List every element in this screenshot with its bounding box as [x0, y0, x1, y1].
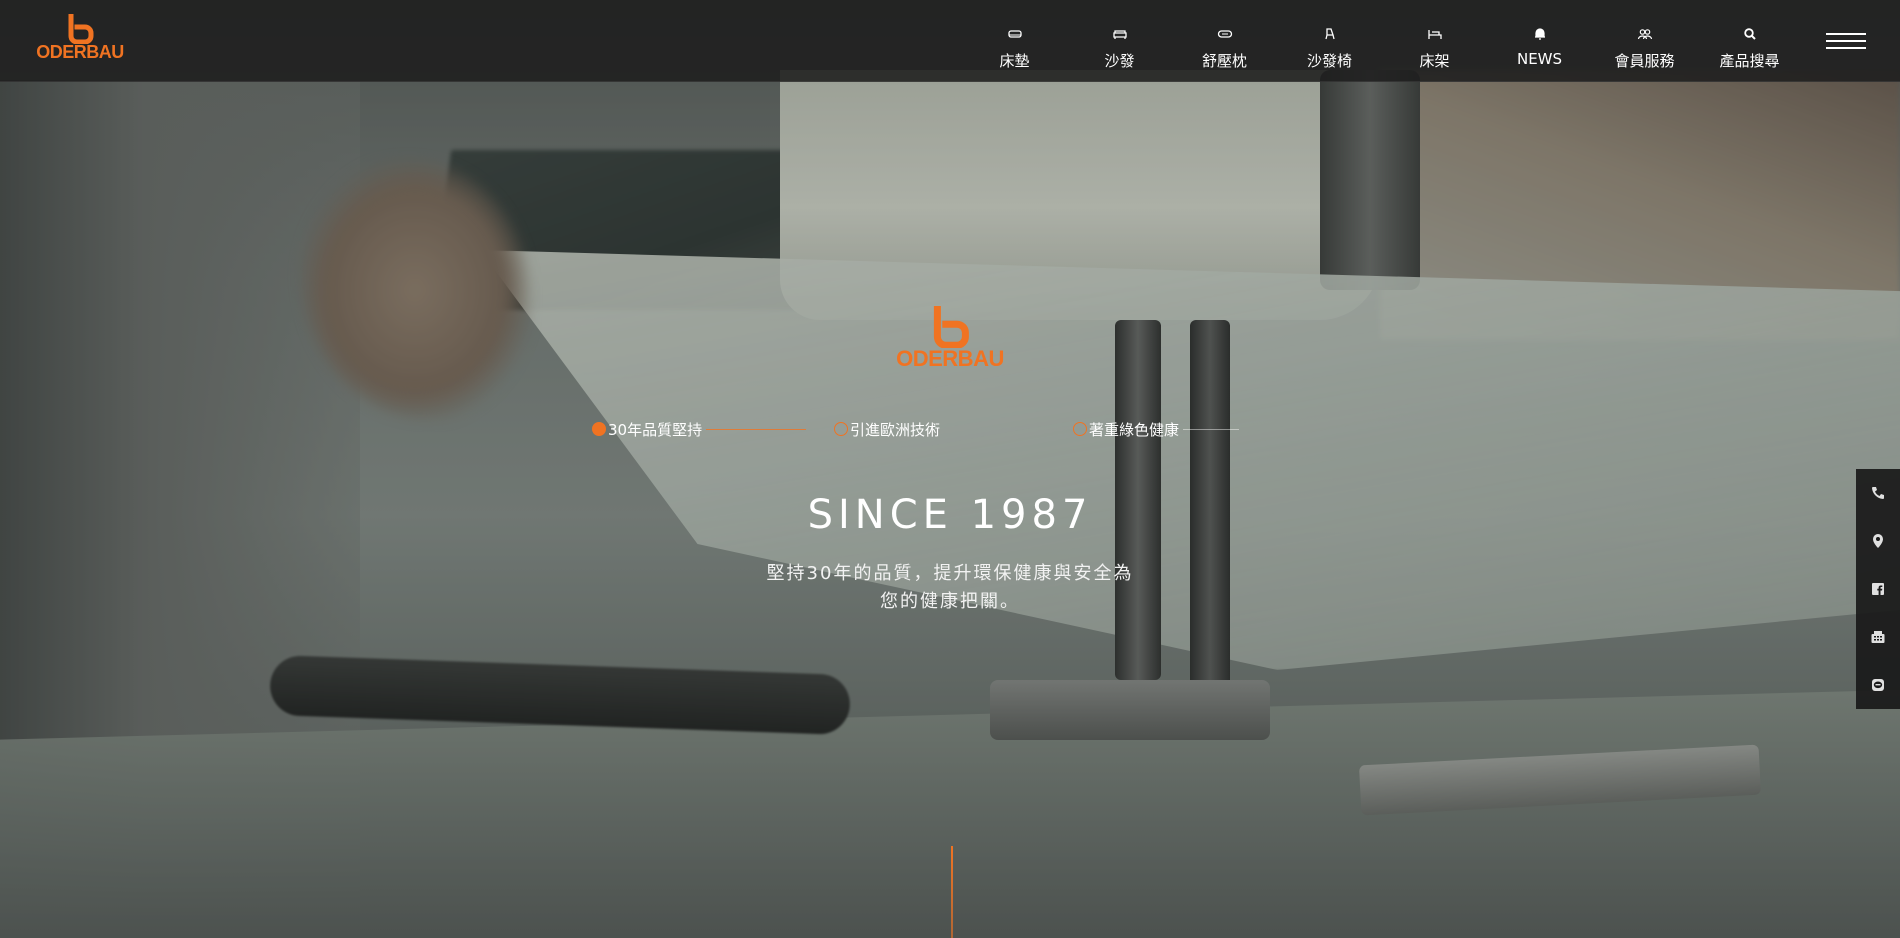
nav-item-label: 會員服務 [1614, 52, 1675, 70]
hero-logo: ODERBAU [880, 306, 1020, 378]
facebook-button[interactable] [1856, 565, 1900, 613]
location-pin-icon [1873, 534, 1883, 548]
mattress-icon [962, 26, 1067, 44]
hero-description-line: 您的健康把關。 [880, 591, 1020, 612]
fax-icon [1871, 631, 1885, 643]
step-connector [706, 428, 807, 430]
armchair-icon [1277, 26, 1382, 44]
nav-item-label: 舒壓枕 [1201, 52, 1247, 70]
location-button[interactable] [1856, 517, 1900, 565]
nav-item-label: 床架 [1419, 52, 1450, 70]
bell-icon [1487, 26, 1592, 44]
hero-background [0, 0, 1900, 938]
main-nav: 床墊 沙發 舒壓枕 沙發椅 床架 NEWS 會員服務 產品搜尋 [962, 0, 1802, 82]
sofa-icon [1067, 26, 1172, 44]
nav-item-label: 產品搜尋 [1719, 52, 1780, 70]
pillow-icon [1172, 26, 1277, 44]
hero-description: 堅持30年的品質，提升環保健康與安全為 您的健康把關。 [700, 560, 1200, 616]
nav-item-mattress[interactable]: 床墊 [962, 0, 1067, 82]
nav-item-label: 床墊 [999, 52, 1030, 70]
hamburger-line [1826, 40, 1866, 42]
nav-item-sofa[interactable]: 沙發 [1067, 0, 1172, 82]
phone-icon [1872, 487, 1884, 499]
site-header: ODERBAU 床墊 沙發 舒壓枕 沙發椅 床架 NEWS 會員服務 產品搜尋 [0, 0, 1900, 82]
nav-item-armchair[interactable]: 沙發椅 [1277, 0, 1382, 82]
hamburger-line [1826, 47, 1866, 49]
step-label: 30年品質堅持 [608, 420, 703, 439]
step-label: 引進歐洲技術 [850, 420, 941, 439]
feature-steps: 30年品質堅持 引進歐洲技術 著重綠色健康 [592, 417, 1292, 441]
line-icon [1872, 679, 1884, 691]
scroll-indicator [951, 846, 953, 938]
nav-item-product-search[interactable]: 產品搜尋 [1697, 0, 1802, 82]
nav-item-label: NEWS [1516, 50, 1563, 68]
hamburger-menu-icon[interactable] [1826, 33, 1866, 53]
header-logo[interactable]: ODERBAU [30, 14, 130, 70]
line-button[interactable] [1856, 661, 1900, 709]
phone-button[interactable] [1856, 469, 1900, 517]
oderbau-logo-mark-icon [68, 14, 94, 44]
fax-button[interactable] [1856, 613, 1900, 661]
feature-step-quality[interactable]: 30年品質堅持 [592, 417, 807, 441]
nav-item-label: 沙發 [1104, 52, 1135, 70]
bg-dark-overlay [0, 0, 1900, 938]
search-icon [1697, 26, 1802, 44]
logo-wordmark: ODERBAU [36, 42, 124, 62]
oderbau-logo-mark-icon [933, 306, 969, 348]
nav-item-label: 沙發椅 [1306, 52, 1352, 70]
hero-description-line: 堅持30年的品質，提升環保健康與安全為 [766, 563, 1134, 584]
step-dot-icon [1073, 422, 1087, 436]
facebook-icon [1872, 583, 1884, 595]
nav-item-members[interactable]: 會員服務 [1592, 0, 1697, 82]
nav-item-news[interactable]: NEWS [1487, 0, 1592, 82]
contact-sidebar [1856, 469, 1900, 709]
nav-item-bed-frame[interactable]: 床架 [1382, 0, 1487, 82]
step-label: 著重綠色健康 [1089, 420, 1180, 439]
step-dot-icon [834, 422, 848, 436]
bed-frame-icon [1382, 26, 1487, 44]
nav-item-pillow[interactable]: 舒壓枕 [1172, 0, 1277, 82]
feature-step-green-health[interactable]: 著重綠色健康 [1073, 417, 1240, 441]
step-connector [1183, 428, 1240, 430]
hero-title: SINCE 1987 [807, 492, 1093, 538]
feature-step-european-tech[interactable]: 引進歐洲技術 [834, 417, 940, 441]
hamburger-line [1826, 33, 1866, 35]
step-dot-icon [592, 422, 606, 436]
members-icon [1592, 26, 1697, 44]
hero-logo-wordmark: ODERBAU [896, 346, 1004, 371]
